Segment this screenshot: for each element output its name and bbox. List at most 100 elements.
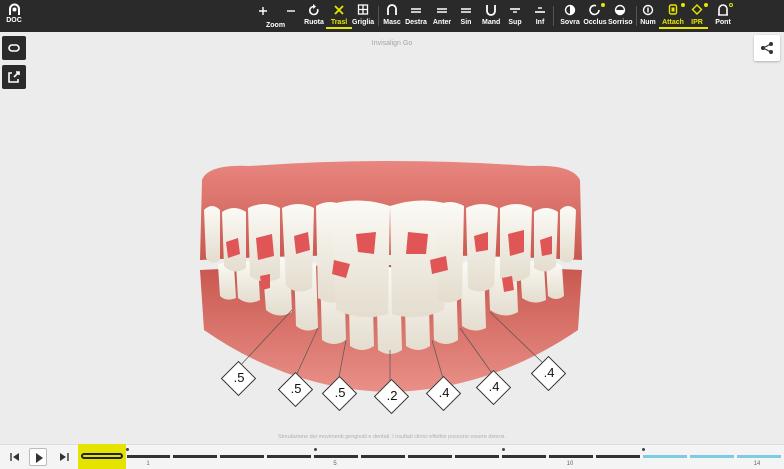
tool-label: Sin [460, 19, 472, 26]
stage-segment[interactable] [127, 455, 170, 458]
smile-icon [614, 4, 626, 16]
tool-label: Sovra [560, 19, 580, 26]
case-title: Invisalign Go [371, 40, 413, 47]
tool-label: Mand [482, 19, 501, 26]
indicator-dot [601, 3, 605, 7]
stage-number: 1 [146, 461, 150, 467]
superimpose-icon [564, 4, 576, 16]
tool-sorriso[interactable]: Sorriso [608, 3, 633, 26]
tool-trasl[interactable]: Trasl [326, 3, 352, 29]
grid-icon [357, 4, 369, 15]
minus-icon [287, 10, 295, 12]
stage-number: 10 [566, 461, 574, 467]
tool-label: Ruota [304, 19, 324, 26]
skip-back-icon[interactable] [8, 451, 22, 463]
stage-segment[interactable] [455, 455, 499, 458]
tool-destra[interactable]: Destra [404, 3, 428, 26]
tool-ipr[interactable]: IPR [686, 3, 708, 29]
indicator-dot [729, 3, 733, 7]
mandibular-view-icon [486, 5, 496, 16]
ipr-value: .5 [334, 385, 346, 400]
tool-label: Inf [535, 19, 545, 26]
tool-label: Occlus [583, 19, 607, 26]
attachment-icon [668, 4, 678, 15]
tool-griglia[interactable]: Griglia [352, 3, 374, 26]
tool-sin[interactable]: Sin [458, 3, 474, 26]
ipr-value: .2 [386, 388, 398, 403]
separator [553, 6, 554, 26]
doctor-icon [8, 3, 20, 15]
tool-label: Sorriso [608, 19, 633, 26]
tool-masc[interactable]: Masc [382, 3, 402, 26]
stage-segment[interactable] [220, 455, 264, 458]
tool-label: Destra [405, 19, 427, 26]
tool-attach[interactable]: Attach [659, 3, 687, 29]
tool-inf[interactable]: Inf [533, 3, 547, 26]
separator [378, 6, 379, 26]
tool-sovra[interactable]: Sovra [559, 3, 581, 26]
ipr-value: .5 [290, 381, 302, 396]
stage-segment[interactable] [596, 455, 640, 458]
stage-segment[interactable] [267, 455, 311, 458]
disclaimer-text: Simulazione dei movimenti gengivali e de… [278, 434, 506, 440]
top-toolbar: DOC Zoom Ruota Trasl Griglia Masc Destra… [0, 0, 784, 32]
tool-label: Masc [383, 19, 401, 26]
share-button[interactable] [754, 35, 780, 61]
indicator-dot [681, 3, 685, 7]
current-stage-marker[interactable] [78, 444, 126, 469]
dental-model-3d[interactable] [190, 160, 590, 395]
skip-forward-icon[interactable] [57, 451, 71, 463]
tool-label: Anter [432, 19, 452, 26]
doc-button[interactable]: DOC [3, 3, 25, 24]
tool-label: Attach [662, 19, 684, 26]
stage-number: 5 [333, 461, 337, 467]
tool-label: Griglia [352, 19, 375, 26]
upper-arch-icon [510, 8, 520, 13]
export-button[interactable] [2, 65, 26, 89]
numbering-icon [642, 4, 654, 16]
tool-label: Pont [715, 19, 731, 26]
stage-segment[interactable] [690, 455, 734, 458]
stage-segment[interactable] [502, 455, 546, 458]
zoom-label: Zoom [266, 22, 286, 29]
export-icon [8, 71, 20, 83]
rotate-icon [309, 4, 319, 16]
stage-segment[interactable] [408, 455, 452, 458]
stage-marker-dot [126, 448, 129, 451]
tool-mand[interactable]: Mand [482, 3, 500, 26]
stage-segment[interactable] [549, 455, 593, 458]
stage-segment[interactable] [737, 455, 781, 458]
pontic-icon [718, 4, 728, 16]
play-button[interactable] [29, 448, 47, 466]
stage-slider-handle[interactable] [81, 453, 123, 459]
tool-occlus[interactable]: Occlus [583, 3, 607, 26]
tool-num[interactable]: Num [640, 3, 656, 26]
ipr-value: .5 [233, 370, 245, 385]
indicator-dot [704, 3, 708, 7]
play-icon [36, 453, 43, 463]
zoom-out-button[interactable] [286, 3, 296, 18]
tool-label: Num [640, 19, 656, 26]
occlusion-icon [589, 4, 600, 16]
share-icon [761, 42, 773, 54]
ipr-value: .4 [543, 365, 555, 380]
stage-marker-dot [502, 448, 505, 451]
tool-label: Sup [508, 19, 522, 26]
anterior-view-icon [437, 8, 447, 13]
tool-anter[interactable]: Anter [431, 3, 453, 26]
stage-segment[interactable] [643, 455, 687, 458]
ipr-icon [691, 4, 703, 15]
tool-pont[interactable]: Pont [714, 3, 733, 26]
tool-sup[interactable]: Sup [507, 3, 523, 26]
stage-segment[interactable] [314, 455, 358, 458]
doc-label: DOC [6, 17, 22, 24]
lower-arch-icon [535, 7, 545, 13]
ipr-value: .4 [438, 385, 450, 400]
stage-marker-dot [314, 448, 317, 451]
separator [636, 6, 637, 26]
left-view-icon [461, 8, 471, 13]
zoom-in-button[interactable] [258, 3, 268, 18]
stage-segment[interactable] [361, 455, 405, 458]
stage-segment[interactable] [173, 455, 217, 458]
tool-ruota[interactable]: Ruota [303, 3, 325, 26]
